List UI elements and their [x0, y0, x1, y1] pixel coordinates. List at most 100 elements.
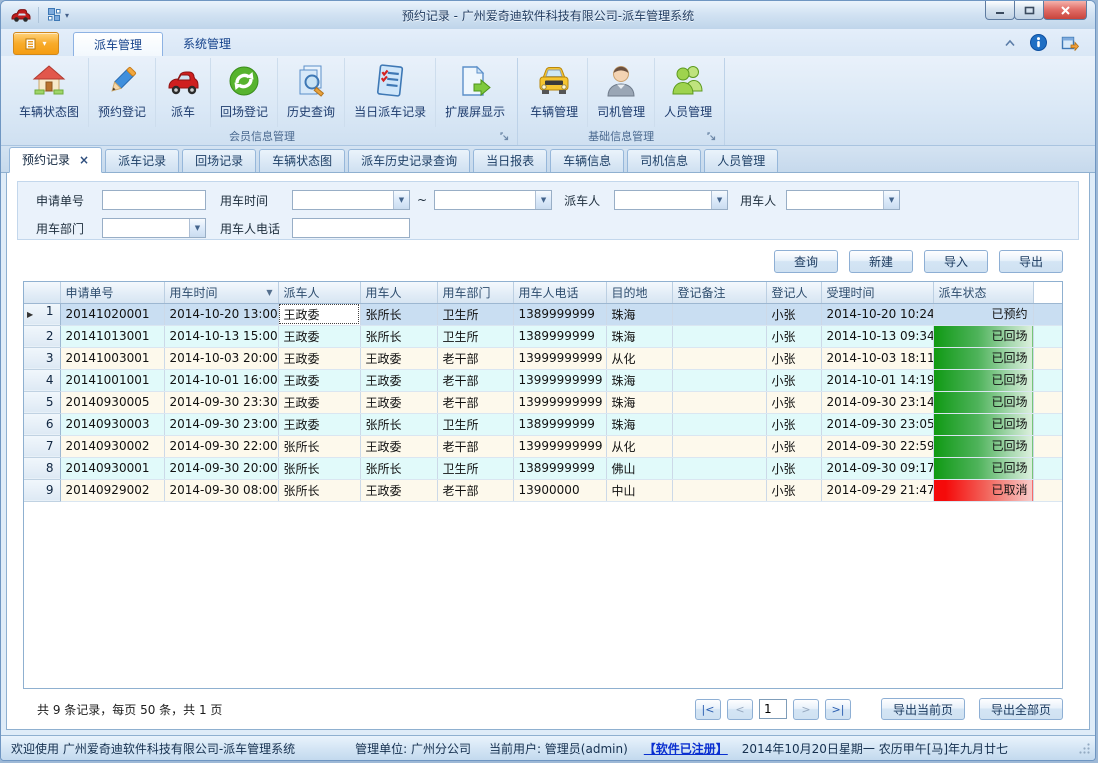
cell-use-time[interactable]: 2014-09-30 23:30: [164, 391, 278, 413]
row-header[interactable]: 7: [24, 435, 60, 457]
cell-dispatcher[interactable]: 王政委: [278, 413, 360, 435]
cell-dispatcher[interactable]: 张所长: [278, 479, 360, 501]
cell-use-time[interactable]: 2014-10-03 20:00: [164, 347, 278, 369]
cell-accept-time[interactable]: 2014-10-01 14:19: [821, 369, 933, 391]
app-menu-button[interactable]: ▾: [13, 32, 59, 55]
cell-registrar[interactable]: 小张: [766, 435, 821, 457]
column-header[interactable]: 用车人电话: [513, 282, 606, 303]
document-tab[interactable]: 车辆信息: [550, 149, 624, 172]
grid-row[interactable]: 2 20141013001 2014-10-13 15:00 王政委 张所长 卫…: [24, 325, 1063, 347]
cell-dispatcher[interactable]: 张所长: [278, 435, 360, 457]
cell-dispatch-status[interactable]: 已回场: [933, 347, 1033, 369]
next-page-button[interactable]: >: [793, 699, 819, 720]
document-tab[interactable]: 派车记录: [105, 149, 179, 172]
cell-remark[interactable]: [672, 391, 766, 413]
combo-arrow-icon[interactable]: ▼: [393, 191, 409, 209]
column-header[interactable]: 用车部门: [437, 282, 513, 303]
cell-remark[interactable]: [672, 325, 766, 347]
cell-user[interactable]: 王政委: [360, 391, 437, 413]
cell-order-no[interactable]: 20141001001: [60, 369, 164, 391]
combo-arrow-icon[interactable]: ▼: [535, 191, 551, 209]
export-current-page-button[interactable]: 导出当前页: [881, 698, 965, 720]
document-tab[interactable]: 当日报表: [473, 149, 547, 172]
return-register-button[interactable]: 回场登记: [211, 58, 278, 127]
dialog-launcher-icon[interactable]: [707, 132, 716, 141]
cell-dept[interactable]: 卫生所: [437, 413, 513, 435]
cell-destination[interactable]: 佛山: [606, 457, 672, 479]
cell-phone[interactable]: 1389999999: [513, 303, 606, 325]
document-tab[interactable]: 派车历史记录查询: [348, 149, 470, 172]
minimize-button[interactable]: [985, 1, 1015, 20]
cell-remark[interactable]: [672, 369, 766, 391]
cell-order-no[interactable]: 20140930002: [60, 435, 164, 457]
cell-remark[interactable]: [672, 303, 766, 325]
cell-phone[interactable]: 13999999999: [513, 369, 606, 391]
cell-destination[interactable]: 珠海: [606, 413, 672, 435]
cell-destination[interactable]: 珠海: [606, 325, 672, 347]
user-combo[interactable]: ▼: [786, 190, 900, 210]
cell-remark[interactable]: [672, 457, 766, 479]
column-header[interactable]: 受理时间: [821, 282, 933, 303]
cell-order-no[interactable]: 20140929002: [60, 479, 164, 501]
cell-registrar[interactable]: 小张: [766, 303, 821, 325]
cell-use-time[interactable]: 2014-10-01 16:00: [164, 369, 278, 391]
personnel-management-button[interactable]: 人员管理: [655, 58, 721, 127]
cell-phone[interactable]: 1389999999: [513, 413, 606, 435]
cell-accept-time[interactable]: 2014-09-29 21:47: [821, 479, 933, 501]
cell-accept-time[interactable]: 2014-09-30 23:05: [821, 413, 933, 435]
restore-button[interactable]: [1014, 1, 1044, 20]
cell-dispatcher[interactable]: 王政委: [278, 325, 360, 347]
use-time-to-combo[interactable]: ▼: [434, 190, 552, 210]
cell-registrar[interactable]: 小张: [766, 479, 821, 501]
cell-phone[interactable]: 13900000: [513, 479, 606, 501]
cell-registrar[interactable]: 小张: [766, 413, 821, 435]
cell-dispatcher[interactable]: 王政委: [278, 347, 360, 369]
cell-use-time[interactable]: 2014-09-30 20:00: [164, 457, 278, 479]
combo-arrow-icon[interactable]: ▼: [711, 191, 727, 209]
cell-remark[interactable]: [672, 435, 766, 457]
cell-registrar[interactable]: 小张: [766, 325, 821, 347]
cell-user[interactable]: 张所长: [360, 325, 437, 347]
cell-dispatch-status[interactable]: 已回场: [933, 391, 1033, 413]
quick-access-toolbar-button[interactable]: ▾: [46, 7, 69, 23]
cell-phone[interactable]: 1389999999: [513, 457, 606, 479]
vehicle-management-button[interactable]: 车辆管理: [521, 58, 588, 127]
document-tab[interactable]: 人员管理: [704, 149, 778, 172]
import-button[interactable]: 导入: [924, 250, 988, 273]
phone-input[interactable]: [292, 218, 410, 238]
cell-dept[interactable]: 老干部: [437, 347, 513, 369]
cell-dispatcher[interactable]: 王政委: [278, 303, 360, 325]
cell-accept-time[interactable]: 2014-09-30 23:14: [821, 391, 933, 413]
grid-row[interactable]: 3 20141003001 2014-10-03 20:00 王政委 王政委 老…: [24, 347, 1063, 369]
query-button[interactable]: 查询: [774, 250, 838, 273]
extend-screen-button[interactable]: 扩展屏显示: [436, 58, 514, 127]
cell-dept[interactable]: 卫生所: [437, 303, 513, 325]
first-page-button[interactable]: |<: [695, 699, 721, 720]
cell-dept[interactable]: 老干部: [437, 369, 513, 391]
dept-combo[interactable]: ▼: [102, 218, 206, 238]
grid-row[interactable]: 9 20140929002 2014-09-30 08:00 张所长 王政委 老…: [24, 479, 1063, 501]
export-all-pages-button[interactable]: 导出全部页: [979, 698, 1063, 720]
combo-arrow-icon[interactable]: ▼: [189, 219, 205, 237]
row-header[interactable]: 2: [24, 325, 60, 347]
cell-dispatcher[interactable]: 王政委: [278, 369, 360, 391]
grid-row[interactable]: 8 20140930001 2014-09-30 20:00 张所长 张所长 卫…: [24, 457, 1063, 479]
cell-use-time[interactable]: 2014-10-13 15:00: [164, 325, 278, 347]
grid-row[interactable]: 7 20140930002 2014-09-30 22:00 张所长 王政委 老…: [24, 435, 1063, 457]
column-header[interactable]: 登记备注: [672, 282, 766, 303]
document-tab[interactable]: 司机信息: [627, 149, 701, 172]
dialog-launcher-icon[interactable]: [500, 132, 509, 141]
resize-grip-icon[interactable]: [1078, 742, 1091, 755]
today-dispatch-records-button[interactable]: 当日派车记录: [345, 58, 436, 127]
cell-phone[interactable]: 13999999999: [513, 347, 606, 369]
ribbon-tab[interactable]: 系统管理: [163, 32, 251, 56]
column-header[interactable]: 用车时间▼: [164, 282, 278, 303]
dispatcher-combo[interactable]: ▼: [614, 190, 728, 210]
vehicle-status-map-button[interactable]: 车辆状态图: [10, 58, 89, 127]
cell-accept-time[interactable]: 2014-10-13 09:34: [821, 325, 933, 347]
close-button[interactable]: [1043, 1, 1087, 20]
cell-destination[interactable]: 珠海: [606, 369, 672, 391]
cell-dept[interactable]: 老干部: [437, 391, 513, 413]
cell-order-no[interactable]: 20141013001: [60, 325, 164, 347]
row-header[interactable]: 6: [24, 413, 60, 435]
